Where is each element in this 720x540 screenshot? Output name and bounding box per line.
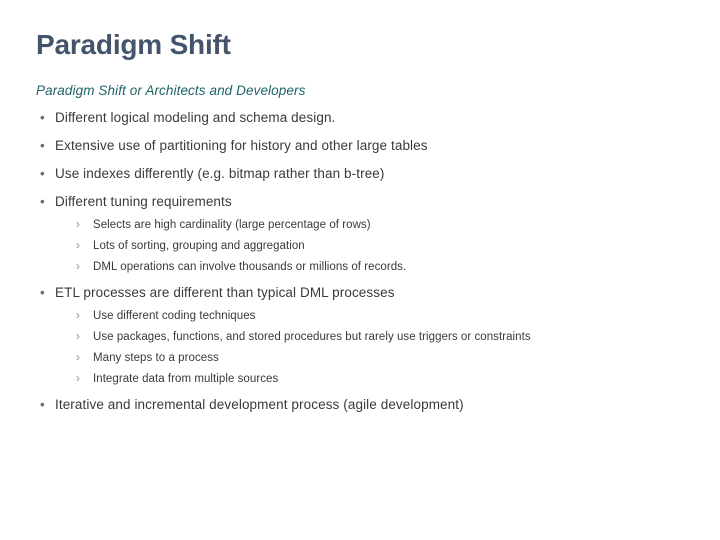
sub-list-item-label: Use different coding techniques [93, 310, 256, 322]
list-item: • Use indexes differently (e.g. bitmap ra… [36, 165, 686, 182]
chevron-right-icon: › [76, 310, 80, 322]
slide-body: Paradigm Shift or Architects and Develop… [36, 82, 686, 424]
presentation-slide: Paradigm Shift Paradigm Shift or Archite… [0, 0, 720, 540]
sub-list-item: › Lots of sorting, grouping and aggregati… [74, 239, 686, 254]
chevron-right-icon: › [76, 219, 80, 231]
bullet-marker-icon: • [40, 285, 45, 300]
bullet-list: • Different logical modeling and schema d… [36, 109, 686, 413]
list-item-label: Different logical modeling and schema de… [55, 110, 336, 125]
chevron-right-icon: › [76, 240, 80, 252]
sub-list-item-label: Use packages, functions, and stored proc… [93, 331, 531, 343]
list-item: • ETL processes are different than typica… [36, 284, 686, 387]
sub-bullet-list: › Use different coding techniques › Use pac… [71, 309, 686, 387]
sub-list-item: › Use packages, functions, and stored pro… [74, 330, 686, 345]
sub-list-item: › Use different coding techniques [74, 309, 686, 324]
bullet-marker-icon: • [40, 110, 45, 125]
list-item: • Extensive use of partitioning for histo… [36, 137, 686, 154]
sub-list-item: › Selects are high cardinality (large per… [74, 218, 686, 233]
sub-list-item: › Many steps to a process [74, 351, 686, 366]
list-item-label: Iterative and incremental development pr… [55, 397, 464, 412]
list-item-label: Use indexes differently (e.g. bitmap rat… [55, 166, 385, 181]
list-item: • Iterative and incremental development p… [36, 396, 686, 413]
bullet-marker-icon: • [40, 397, 45, 412]
chevron-right-icon: › [76, 352, 80, 364]
sub-list-item-label: Selects are high cardinality (large perc… [93, 219, 371, 231]
sub-list-item-label: Integrate data from multiple sources [93, 373, 279, 385]
list-item: • Different tuning requirements › Selects a… [36, 193, 686, 275]
sub-list-item: › DML operations can involve thousands or… [74, 260, 686, 275]
sub-bullet-list: › Selects are high cardinality (large per… [71, 218, 686, 275]
sub-list-item: › Integrate data from multiple sources [74, 372, 686, 387]
chevron-right-icon: › [76, 331, 80, 343]
slide-subtitle: Paradigm Shift or Architects and Develop… [36, 83, 306, 98]
list-item-label: ETL processes are different than typical… [55, 285, 395, 300]
sub-list-item-label: Many steps to a process [93, 352, 219, 364]
list-item-label: Different tuning requirements [55, 194, 232, 209]
sub-list-item-label: Lots of sorting, grouping and aggregatio… [93, 240, 305, 252]
bullet-marker-icon: • [40, 194, 45, 209]
list-item-label: Extensive use of partitioning for histor… [55, 138, 428, 153]
list-item: • Different logical modeling and schema d… [36, 109, 686, 126]
sub-list-wrapper: › Use different coding techniques › Use pac… [71, 309, 686, 387]
page-title: Paradigm Shift [36, 29, 231, 60]
bullet-marker-icon: • [40, 138, 45, 153]
sub-list-wrapper: › Selects are high cardinality (large per… [71, 218, 686, 275]
sub-list-item-label: DML operations can involve thousands or … [93, 261, 407, 273]
chevron-right-icon: › [76, 261, 80, 273]
bullet-marker-icon: • [40, 166, 45, 181]
chevron-right-icon: › [76, 373, 80, 385]
